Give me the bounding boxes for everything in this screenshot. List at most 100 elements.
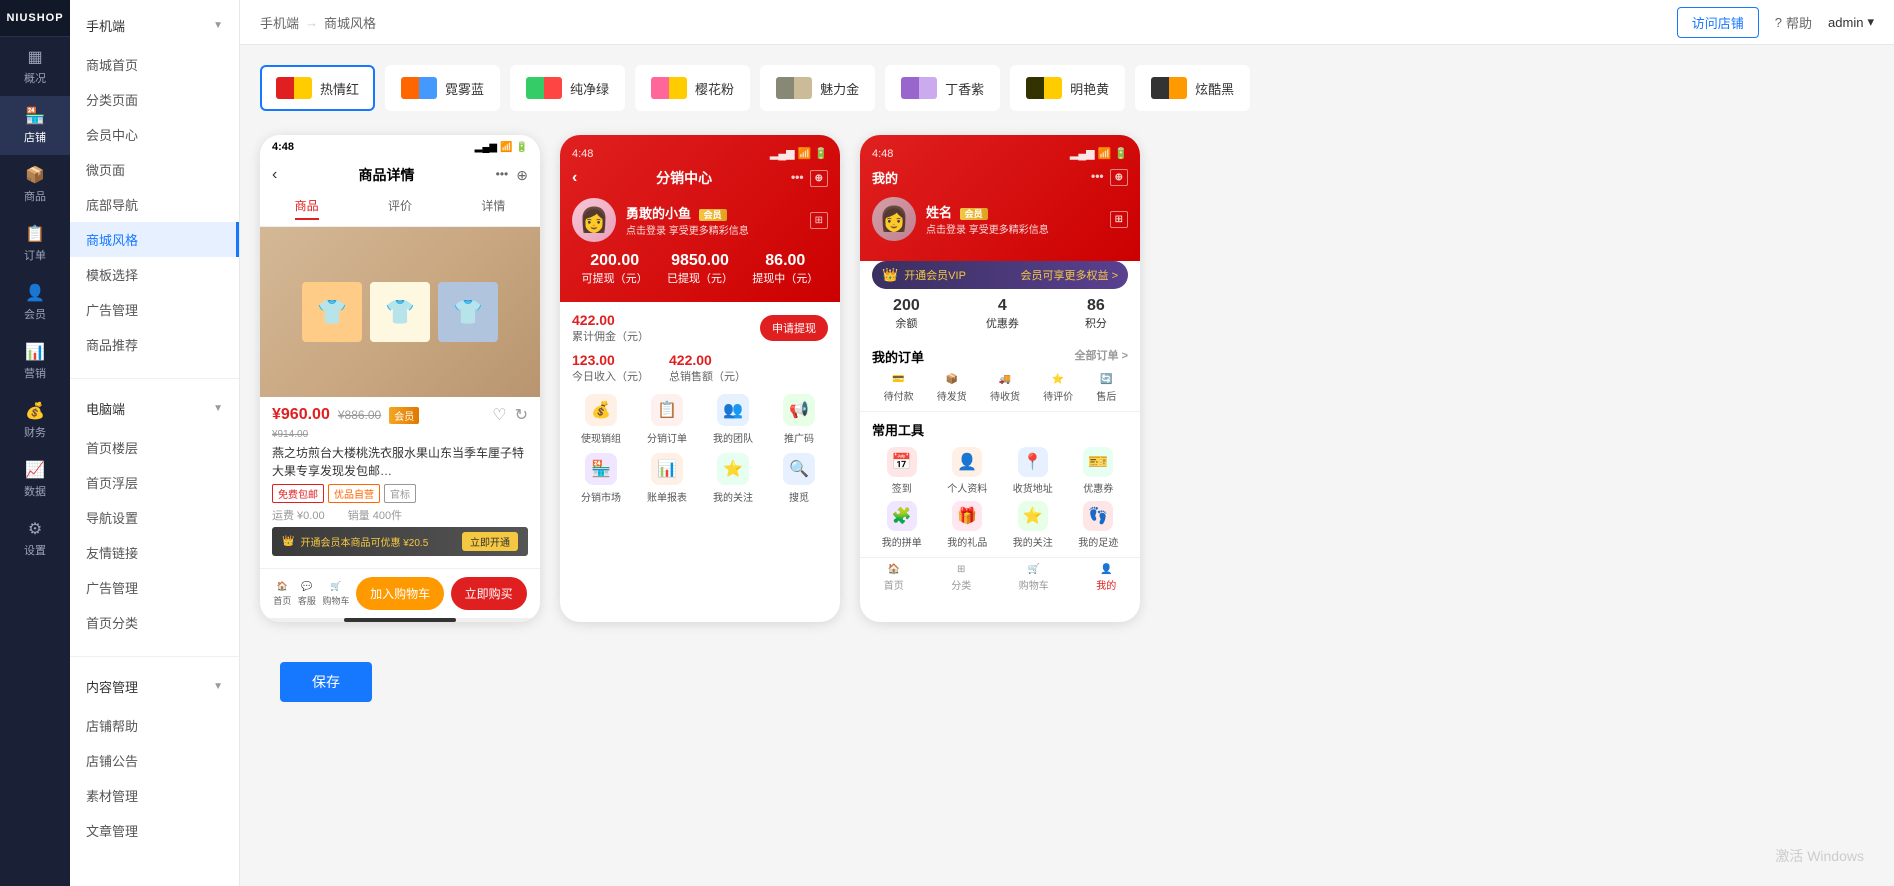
theme-hot-red[interactable]: 热情红	[260, 65, 375, 111]
dist-user-qr[interactable]: ⊞	[810, 212, 828, 229]
order-aftersale[interactable]: 🔄 售后	[1096, 374, 1116, 403]
dist-grid-sales[interactable]: 💰 使现销组	[572, 394, 630, 445]
theme-sky-blue[interactable]: 霓雾蓝	[385, 65, 500, 111]
dist-qr-icon[interactable]: ⊕	[810, 170, 828, 187]
tool-gift[interactable]: 🎁 我的礼品	[938, 501, 998, 549]
nav-item-store-help[interactable]: 店铺帮助	[70, 708, 239, 743]
nav-item-product-rec[interactable]: 商品推荐	[70, 327, 239, 362]
my-nav-category[interactable]: ⊞ 分类	[951, 564, 971, 592]
order-pending-receive[interactable]: 🚚 待收货	[990, 374, 1020, 403]
tool-group[interactable]: 🧩 我的拼单	[872, 501, 932, 549]
favorite-icon[interactable]: ♡	[492, 405, 506, 425]
my-stat-points: 86 积分	[1085, 297, 1107, 331]
nav-item-material[interactable]: 素材管理	[70, 778, 239, 813]
nav-mobile-header[interactable]: 手机端 ▼	[70, 8, 239, 43]
tab-detail[interactable]: 详情	[481, 197, 505, 220]
service-nav-icon[interactable]: 💬 客服	[298, 581, 316, 607]
save-button[interactable]: 保存	[280, 662, 372, 702]
my-tools-title: 常用工具	[872, 420, 1128, 439]
tab-reviews[interactable]: 评价	[388, 197, 412, 220]
main-content-area: 手机端 → 商城风格 访问店铺 ? 帮助 admin ▾ 热情红 霓雾	[240, 0, 1894, 886]
dist-grid-team[interactable]: 👥 我的团队	[704, 394, 762, 445]
dist-more-icon[interactable]: •••	[791, 170, 804, 187]
dist-grid-bill[interactable]: 📊 账单报表	[638, 453, 696, 504]
theme-cherry-pink[interactable]: 樱花粉	[635, 65, 750, 111]
nav-item-article[interactable]: 文章管理	[70, 813, 239, 848]
tool-follow[interactable]: ⭐ 我的关注	[1003, 501, 1063, 549]
nav-item-store-home[interactable]: 商城首页	[70, 47, 239, 82]
sidebar-item-member[interactable]: 👤 会员	[0, 273, 70, 332]
more-icon[interactable]: •••	[496, 167, 509, 184]
dist-grid-explore[interactable]: 🔍 搜觅	[770, 453, 828, 504]
nav-item-home-category[interactable]: 首页分类	[70, 605, 239, 640]
dist-function-grid: 💰 使现销组 📋 分销订单 👥 我的团队 📢	[572, 394, 828, 504]
tab-goods[interactable]: 商品	[295, 197, 319, 220]
dist-grid-follow[interactable]: ⭐ 我的关注	[704, 453, 762, 504]
my-more-icon[interactable]: •••	[1091, 169, 1104, 186]
nav-item-store-notice[interactable]: 店铺公告	[70, 743, 239, 778]
nav-item-home-float[interactable]: 首页浮层	[70, 465, 239, 500]
vip-open-btn[interactable]: 立即开通	[462, 532, 518, 551]
nav-item-nav-settings[interactable]: 导航设置	[70, 500, 239, 535]
help-link[interactable]: ? 帮助	[1775, 13, 1812, 32]
nav-item-friendly-links[interactable]: 友情链接	[70, 535, 239, 570]
nav-item-home-floors[interactable]: 首页楼层	[70, 430, 239, 465]
all-orders-link[interactable]: 全部订单 >	[1075, 347, 1128, 366]
sidebar-item-marketing[interactable]: 📊 营销	[0, 332, 70, 391]
share-icon[interactable]: ⊕	[516, 167, 528, 184]
my-qr-icon[interactable]: ⊕	[1110, 169, 1128, 186]
sidebar-item-overview[interactable]: ▦ 概况	[0, 37, 70, 96]
cart-nav-icon[interactable]: 🛒 购物车	[322, 581, 349, 607]
nav-item-micro-page[interactable]: 微页面	[70, 152, 239, 187]
nav-item-bottom-nav[interactable]: 底部导航	[70, 187, 239, 222]
theme-glamour-gold[interactable]: 魅力金	[760, 65, 875, 111]
sidebar-item-settings[interactable]: ⚙ 设置	[0, 509, 70, 568]
buy-now-button[interactable]: 立即购买	[451, 577, 527, 610]
nav-item-ads[interactable]: 广告管理	[70, 292, 239, 327]
tool-footprint[interactable]: 👣 我的足迹	[1069, 501, 1129, 549]
dist-grid-market[interactable]: 🏪 分销市场	[572, 453, 630, 504]
my-signal-icon: ▂▄▆	[1070, 147, 1095, 160]
sidebar-item-data[interactable]: 📈 数据	[0, 450, 70, 509]
add-to-cart-button[interactable]: 加入购物车	[356, 577, 444, 610]
admin-menu[interactable]: admin ▾	[1828, 14, 1874, 30]
nav-content-header[interactable]: 内容管理 ▼	[70, 669, 239, 704]
price-orig: ¥886.00	[338, 408, 381, 422]
visit-store-button[interactable]: 访问店铺	[1677, 7, 1759, 38]
my-nav-home[interactable]: 🏠 首页	[884, 564, 904, 592]
dist-stat-processing: 86.00 提现中（元）	[752, 252, 818, 286]
dist-grid-promo[interactable]: 📢 推广码	[770, 394, 828, 445]
my-vip-bar[interactable]: 👑 开通会员VIP 会员可享更多权益 >	[872, 261, 1128, 289]
theme-pure-green[interactable]: 纯净绿	[510, 65, 625, 111]
nav-item-template[interactable]: 模板选择	[70, 257, 239, 292]
tool-coupon[interactable]: 🎫 优惠券	[1069, 447, 1129, 495]
nav-pc-header[interactable]: 电脑端 ▼	[70, 391, 239, 426]
nav-item-pc-ads[interactable]: 广告管理	[70, 570, 239, 605]
sidebar-item-goods[interactable]: 📦 商品	[0, 155, 70, 214]
question-icon: ?	[1775, 15, 1782, 30]
order-pending-review[interactable]: ⭐ 待评价	[1043, 374, 1073, 403]
tool-address[interactable]: 📍 收货地址	[1003, 447, 1063, 495]
order-pending-pay[interactable]: 💳 待付款	[884, 374, 914, 403]
home-nav-icon[interactable]: 🏠 首页	[273, 581, 291, 607]
my-nav-me[interactable]: 👤 我的	[1096, 564, 1116, 592]
my-user-qr[interactable]: ⊞	[1110, 211, 1128, 228]
tool-checkin[interactable]: 📅 签到	[872, 447, 932, 495]
share-icon[interactable]: ↻	[515, 405, 528, 425]
my-nav-cart[interactable]: 🛒 购物车	[1019, 564, 1049, 592]
sidebar-item-store[interactable]: 🏪 店铺	[0, 96, 70, 155]
theme-bright-yellow[interactable]: 明艳黄	[1010, 65, 1125, 111]
nav-item-category[interactable]: 分类页面	[70, 82, 239, 117]
apply-withdraw-button[interactable]: 申请提现	[760, 315, 828, 341]
dist-grid-order[interactable]: 📋 分销订单	[638, 394, 696, 445]
sidebar-item-order[interactable]: 📋 订单	[0, 214, 70, 273]
tool-profile[interactable]: 👤 个人资料	[938, 447, 998, 495]
theme-carnation-purple[interactable]: 丁香紫	[885, 65, 1000, 111]
order-pending-ship[interactable]: 📦 待发货	[937, 374, 967, 403]
theme-dazzle-black[interactable]: 炫酷黑	[1135, 65, 1250, 111]
dist-stat-withdrawable: 200.00 可提现（元）	[582, 252, 648, 286]
sidebar-item-finance[interactable]: 💰 财务	[0, 391, 70, 450]
dist-back-icon[interactable]: ‹	[572, 169, 577, 187]
nav-item-store-style[interactable]: 商城风格	[70, 222, 239, 257]
nav-item-member-center[interactable]: 会员中心	[70, 117, 239, 152]
